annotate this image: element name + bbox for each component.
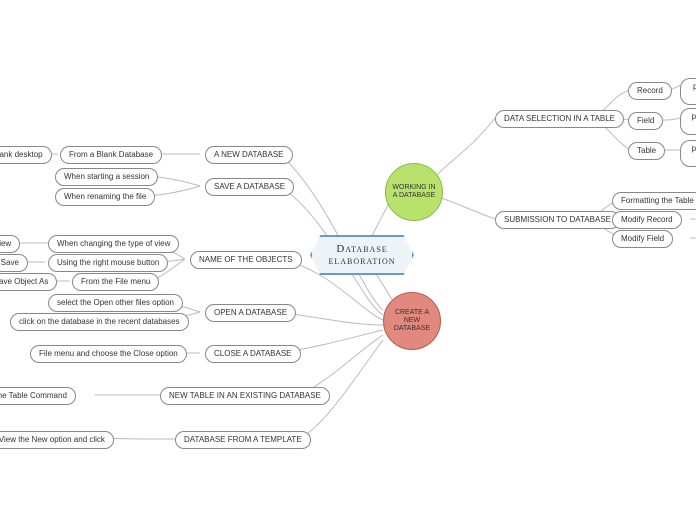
node-formatting[interactable]: Formatting the Table — [612, 192, 696, 210]
node-field[interactable]: Field — [628, 112, 663, 130]
node-new-database[interactable]: A NEW DATABASE — [205, 146, 293, 164]
node-save-start[interactable]: When starting a session — [55, 168, 158, 186]
node-table-desc[interactable]: place the cursor at th it — [680, 140, 696, 167]
node-change-view-d[interactable]: View — [0, 235, 20, 253]
node-open-recent[interactable]: click on the database in the recent data… — [10, 313, 189, 331]
node-from-template[interactable]: DATABASE FROM A TEMPLATE — [175, 431, 311, 449]
node-right-mouse-d[interactable]: e Save — [0, 254, 28, 272]
node-blank-desktop[interactable]: the Blank desktop — [0, 146, 52, 164]
node-record[interactable]: Record — [628, 82, 672, 100]
node-modify-field[interactable]: Modify Field — [612, 230, 673, 248]
node-file-menu[interactable]: From the File menu — [72, 273, 159, 291]
hub-working-label: WORKING IN A DATABASE — [390, 184, 438, 199]
central-line1: Database — [322, 243, 402, 255]
node-file-menu-d[interactable]: n Save Object As — [0, 273, 57, 291]
node-data-selection[interactable]: DATA SELECTION IN A TABLE — [495, 110, 624, 128]
central-topic[interactable]: Database elaboration — [310, 235, 414, 275]
hub-working[interactable]: WORKING IN A DATABASE — [385, 163, 443, 221]
node-change-view[interactable]: When changing the type of view — [48, 235, 179, 253]
node-modify-record[interactable]: Modify Record — [612, 211, 682, 229]
node-close-database[interactable]: CLOSE A DATABASE — [205, 345, 301, 363]
node-new-table[interactable]: NEW TABLE IN AN EXISTING DATABASE — [160, 387, 330, 405]
node-save-rename[interactable]: When renaming the file — [55, 188, 155, 206]
node-from-template-desc[interactable]: ckstage View the New option and click — [0, 431, 114, 449]
node-submission[interactable]: SUBMISSION TO DATABASE — [495, 211, 620, 229]
central-line2: elaboration — [322, 255, 402, 267]
node-new-table-desc[interactable]: with the Table Command — [0, 387, 76, 405]
node-open-other[interactable]: select the Open other files option — [48, 294, 183, 312]
node-from-blank[interactable]: From a Blank Database — [60, 146, 162, 164]
node-right-mouse[interactable]: Using the right mouse button — [48, 254, 168, 272]
hub-create[interactable]: CREATE A NEW DATABASE — [383, 292, 441, 350]
node-name-objects[interactable]: NAME OF THE OBJECTS — [190, 251, 302, 269]
node-close-desc[interactable]: File menu and choose the Close option — [30, 345, 187, 363]
node-record-desc[interactable]: place the cursor on i appears — [680, 78, 696, 105]
node-open-database[interactable]: OPEN A DATABASE — [205, 304, 296, 322]
node-table[interactable]: Table — [628, 142, 665, 160]
hub-create-label: CREATE A NEW DATABASE — [388, 309, 436, 332]
node-save-database[interactable]: SAVE A DATABASE — [205, 178, 294, 196]
node-field-desc[interactable]: place the cursor at th symbol appears — [680, 108, 696, 135]
